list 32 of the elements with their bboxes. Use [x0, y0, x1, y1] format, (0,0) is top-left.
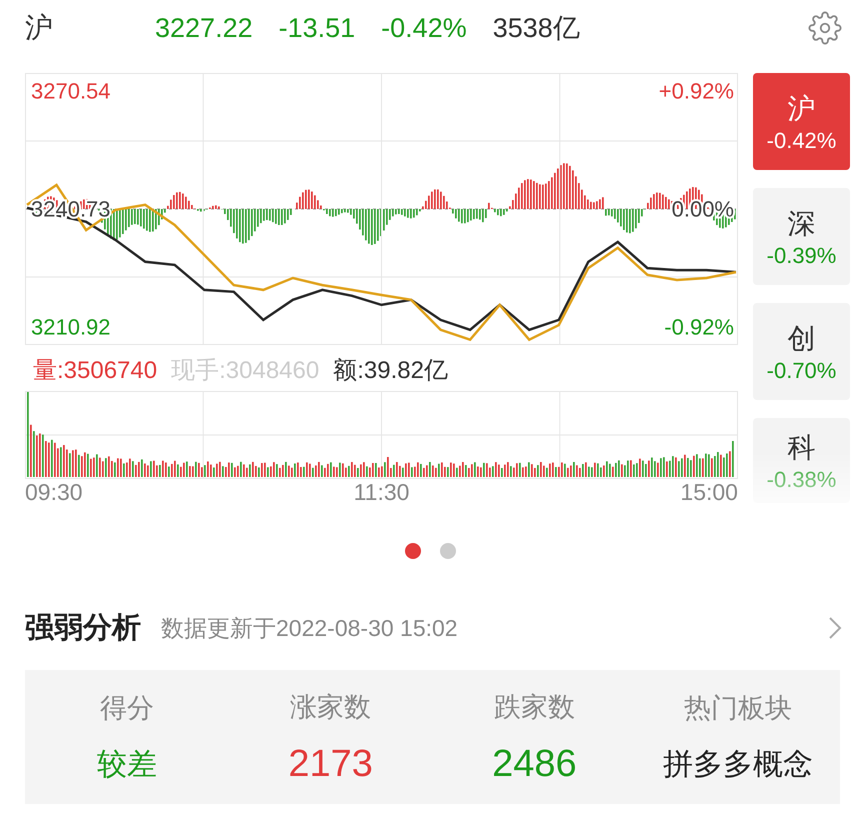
- turnover: 3538亿: [492, 12, 580, 45]
- index-tab[interactable]: 沪 -0.42%: [753, 73, 850, 170]
- index-percent: -0.42%: [381, 12, 467, 44]
- volume-text: 量:3506740: [33, 356, 158, 386]
- stat-label: 跌家数: [494, 690, 575, 724]
- index-tab[interactable]: 深 -0.39%: [753, 188, 850, 285]
- axis-label: +0.92%: [658, 78, 734, 104]
- stat-value: 拼多多概念: [663, 746, 814, 782]
- stat-value: 2173: [288, 742, 373, 786]
- index-price: 3227.22: [155, 12, 253, 44]
- market-name: 沪: [25, 11, 54, 45]
- section-title: 强弱分析: [25, 611, 141, 646]
- index-tab[interactable]: 创 -0.70%: [753, 303, 850, 400]
- page-dot[interactable]: [404, 543, 420, 559]
- index-change: -13.51: [278, 12, 356, 44]
- axis-label: 3270.54: [31, 78, 111, 104]
- index-tab[interactable]: 科 -0.38%: [753, 418, 850, 503]
- settings-icon[interactable]: [808, 11, 842, 45]
- axis-label: -0.92%: [664, 314, 734, 340]
- page-dot[interactable]: [440, 543, 456, 559]
- stat-value: 较差: [96, 746, 157, 782]
- time-label: 15:00: [680, 479, 738, 507]
- stat-label: 得分: [100, 692, 154, 724]
- stat-label: 热门板块: [684, 692, 792, 724]
- axis-label: 3210.92: [31, 314, 111, 340]
- stat-label: 涨家数: [290, 690, 372, 724]
- update-time: 数据更新于2022-08-30 15:02: [161, 614, 458, 642]
- time-label: 11:30: [354, 479, 410, 507]
- chevron-right-icon[interactable]: [828, 616, 842, 640]
- amount-text: 额:39.82亿: [333, 356, 448, 386]
- stat-value: 2486: [492, 742, 577, 786]
- time-label: 09:30: [25, 479, 83, 507]
